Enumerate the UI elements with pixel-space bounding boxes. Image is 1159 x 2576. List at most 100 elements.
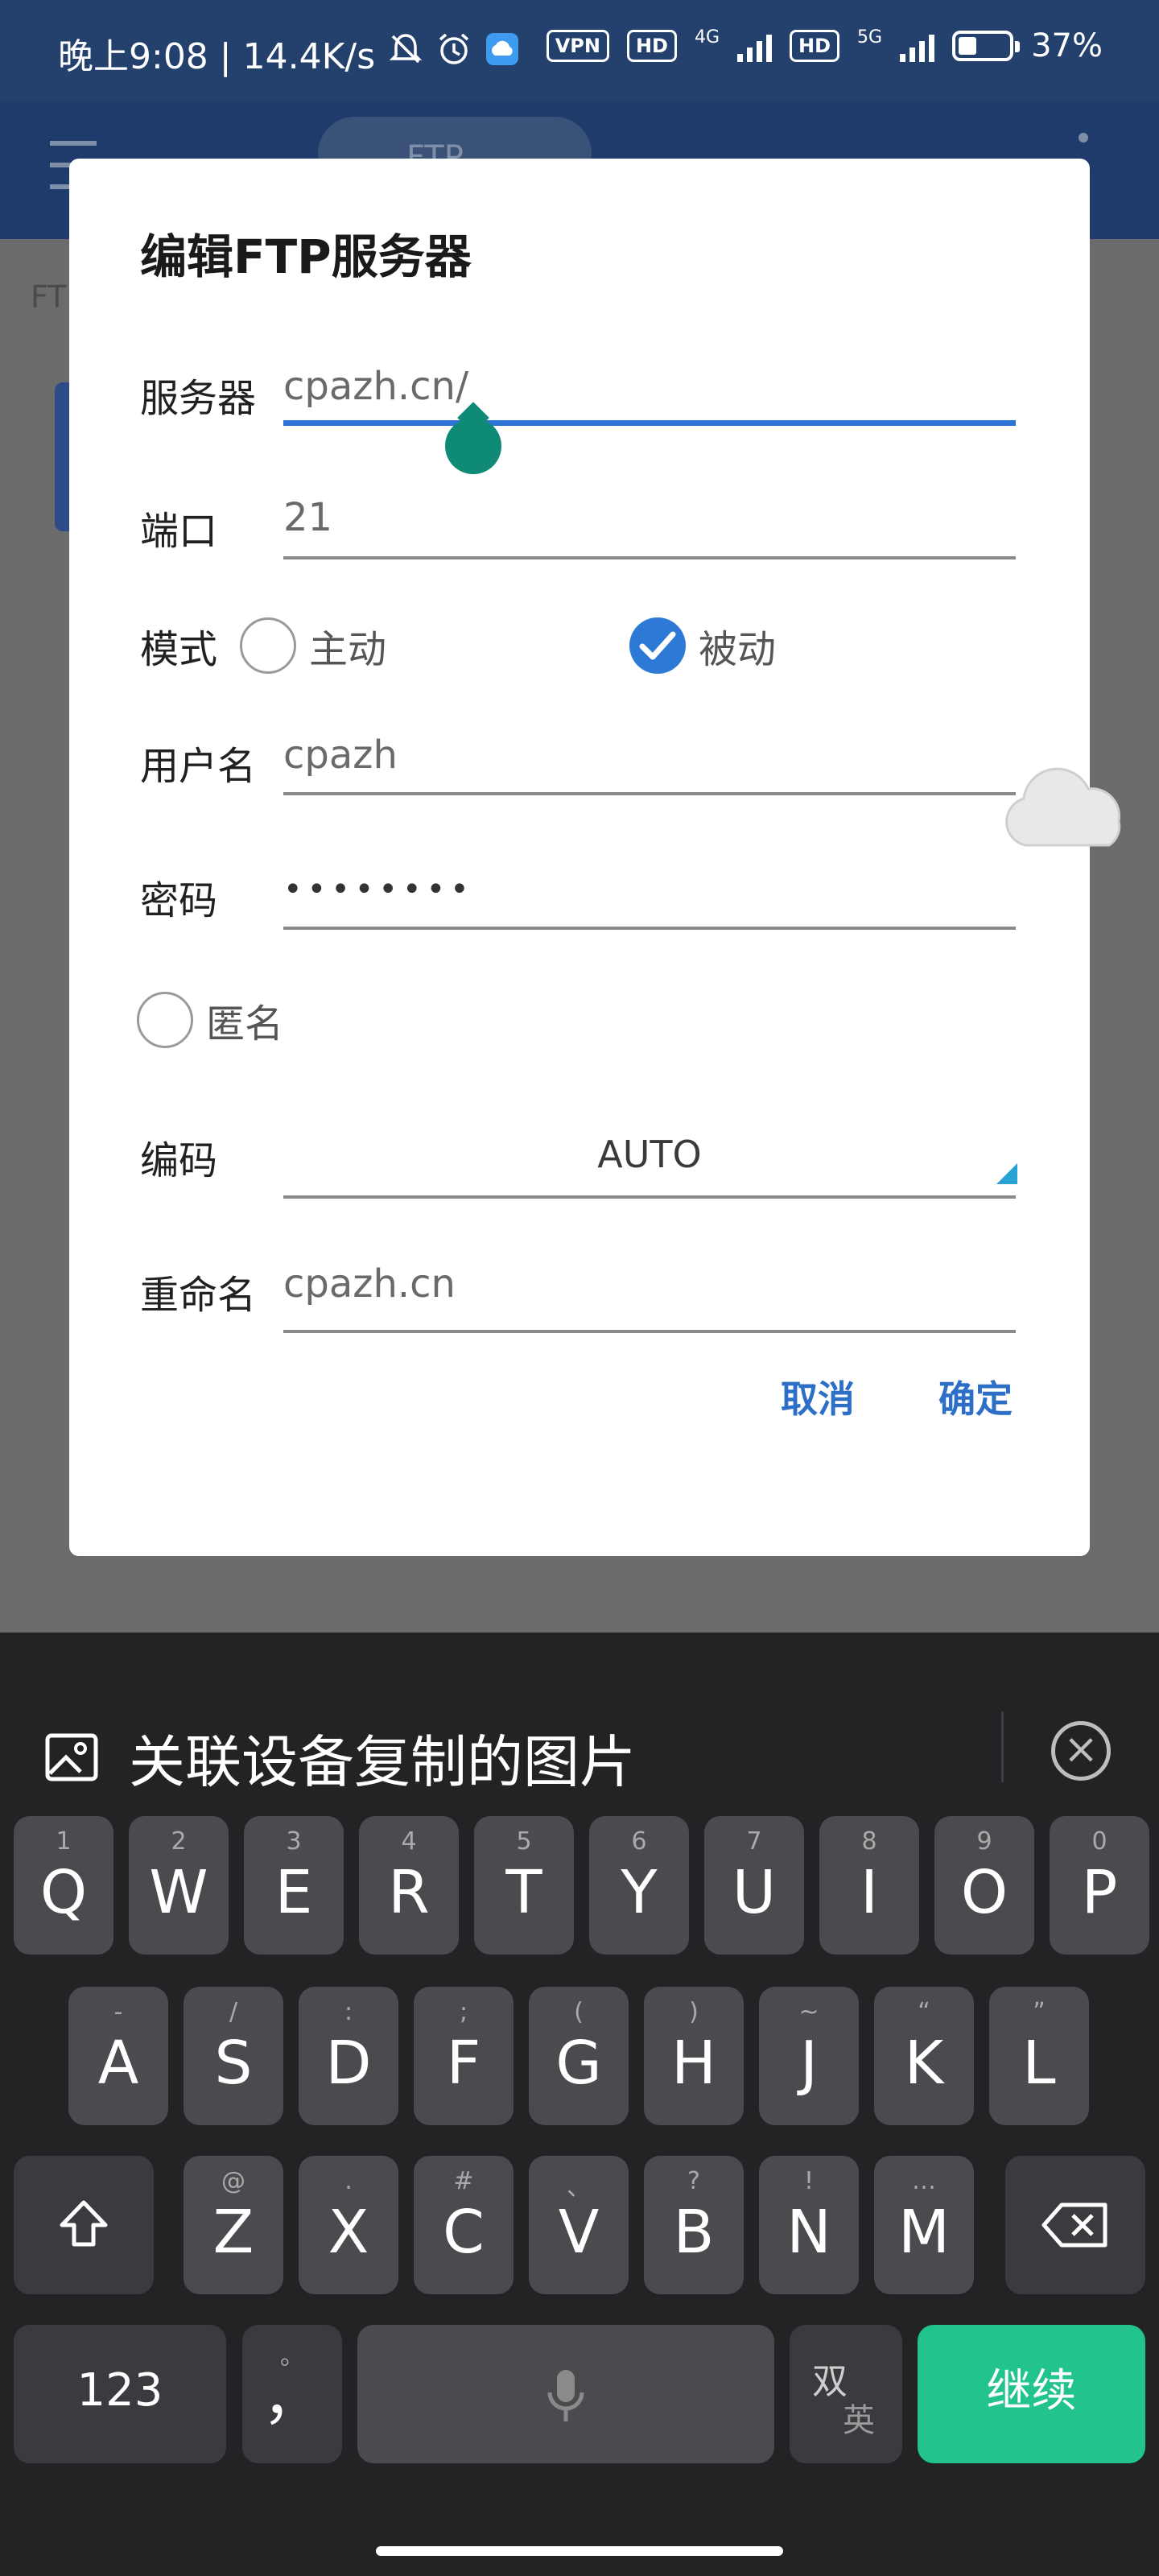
- home-indicator[interactable]: [376, 2546, 783, 2556]
- server-input[interactable]: cpazh.cn/: [283, 364, 468, 409]
- port-input-underline: [283, 556, 1016, 559]
- confirm-button[interactable]: 确定: [938, 1370, 1013, 1423]
- key-w-sub-label: 2: [171, 1827, 187, 1856]
- key-b[interactable]: ? B: [644, 2156, 744, 2294]
- clipboard-suggestion-text[interactable]: 关联设备复制的图片: [129, 1717, 636, 1798]
- password-input[interactable]: ••••••••: [283, 871, 474, 908]
- password-label: 密码: [140, 878, 218, 923]
- backspace-key[interactable]: [1005, 2156, 1145, 2294]
- key-c-label: C: [443, 2198, 485, 2267]
- key-f[interactable]: ; F: [414, 1987, 514, 2125]
- key-n[interactable]: ! N: [759, 2156, 859, 2294]
- encoding-select-underline: [283, 1195, 1016, 1199]
- mode-passive-label[interactable]: 被动: [699, 617, 776, 674]
- key-c-sub-label: #: [453, 2167, 474, 2195]
- key-m[interactable]: … M: [874, 2156, 974, 2294]
- key-q[interactable]: 1Q: [14, 1816, 113, 1955]
- key-t-label: T: [505, 1858, 542, 1927]
- close-icon[interactable]: ×: [1051, 1721, 1111, 1781]
- username-input-underline: [283, 792, 1016, 795]
- floating-cloud-icon[interactable]: [998, 765, 1135, 857]
- rename-input[interactable]: cpazh.cn: [283, 1261, 456, 1307]
- rename-input-underline: [283, 1330, 1016, 1333]
- key-p-sub-label: 0: [1091, 1827, 1107, 1856]
- continue-key-label: 继续: [986, 2365, 1077, 2417]
- microphone-icon: [547, 2370, 584, 2421]
- server-input-underline: [283, 420, 1016, 426]
- hd-badge-1: HD: [626, 30, 677, 62]
- key-d-sub-label: :: [344, 1998, 353, 2026]
- key-h[interactable]: ) H: [644, 1987, 744, 2125]
- shift-icon: [60, 2200, 108, 2247]
- key-d[interactable]: :D: [299, 1987, 398, 2125]
- cancel-button[interactable]: 取消: [781, 1370, 855, 1423]
- dialog-title: 编辑FTP服务器: [140, 229, 472, 284]
- hd-badge-2: HD: [790, 30, 840, 62]
- key-y[interactable]: 6Y: [589, 1816, 689, 1955]
- key-g[interactable]: (G: [529, 1987, 629, 2125]
- key-z[interactable]: @ Z: [184, 2156, 283, 2294]
- status-time: 晚上9:08 | 14.4K/s: [58, 36, 376, 77]
- space-key[interactable]: [357, 2325, 774, 2463]
- anonymous-label[interactable]: 匿名: [206, 992, 283, 1048]
- numbers-key[interactable]: 123: [14, 2325, 226, 2463]
- key-s-label: S: [214, 2029, 253, 2098]
- key-l[interactable]: ” L: [989, 1987, 1089, 2125]
- cloud-app-icon: [485, 31, 520, 76]
- key-e[interactable]: 3E: [244, 1816, 344, 1955]
- key-b-sub-label: ?: [687, 2167, 700, 2195]
- key-h-sub-label: ): [689, 1998, 699, 2026]
- signal-icon-2: [900, 30, 935, 62]
- key-a-label: A: [97, 2029, 139, 2098]
- key-i[interactable]: 8I: [819, 1816, 919, 1955]
- key-a-sub-label: -: [113, 1998, 123, 2026]
- key-w-label: W: [149, 1858, 208, 1927]
- key-o[interactable]: 9O: [934, 1816, 1034, 1955]
- key-a[interactable]: -A: [68, 1987, 168, 2125]
- clipboard-suggestion-bar: 关联设备复制的图片 ×: [0, 1633, 1159, 1795]
- mode-active-label[interactable]: 主动: [309, 617, 386, 674]
- suggestion-divider: [1001, 1711, 1004, 1782]
- key-w[interactable]: 2W: [129, 1816, 229, 1955]
- key-x-sub-label: .: [344, 2167, 353, 2195]
- key-t[interactable]: 5T: [474, 1816, 574, 1955]
- key-j[interactable]: ~ J: [759, 1987, 859, 2125]
- key-x-label: X: [328, 2198, 369, 2267]
- key-e-sub-label: 3: [286, 1827, 302, 1856]
- comma-key[interactable]: 。，: [242, 2325, 342, 2463]
- soft-keyboard: 关联设备复制的图片 × 1 Q 2 W 3 E 4 R 5 T 6 Y 7 U 8 I 9 O 0 P - A / S: D; F…: [0, 1633, 1159, 2576]
- key-j-sub-label: ~: [798, 1998, 819, 2026]
- key-p[interactable]: 0P: [1050, 1816, 1149, 1955]
- key-f-label: F: [446, 2029, 481, 2098]
- vpn-badge: VPN: [546, 30, 609, 62]
- language-key-bottom: 英: [843, 2402, 875, 2439]
- text-cursor-handle[interactable]: [445, 418, 501, 474]
- key-h-label: H: [671, 2029, 716, 2098]
- key-r[interactable]: 4R: [359, 1816, 459, 1955]
- key-k[interactable]: “K: [874, 1987, 974, 2125]
- key-g-sub-label: (: [574, 1998, 584, 2026]
- key-l-sub-label: ”: [1033, 1998, 1046, 2026]
- alarm-icon: [436, 31, 472, 76]
- shift-key[interactable]: [14, 2156, 154, 2294]
- mode-passive-radio[interactable]: [629, 617, 686, 674]
- key-v-label: V: [558, 2198, 600, 2267]
- key-r-label: R: [388, 1858, 430, 1927]
- username-input[interactable]: cpazh: [283, 733, 398, 778]
- key-u[interactable]: 7U: [704, 1816, 804, 1955]
- key-v[interactable]: 、 V: [529, 2156, 629, 2294]
- encoding-select[interactable]: AUTO: [283, 1133, 1016, 1176]
- key-c[interactable]: # C: [414, 2156, 514, 2294]
- port-label: 端口: [140, 509, 218, 554]
- continue-key[interactable]: 继续: [918, 2325, 1145, 2463]
- mode-active-radio[interactable]: [240, 617, 296, 674]
- key-b-label: B: [673, 2198, 715, 2267]
- key-i-label: I: [860, 1858, 878, 1927]
- language-switch-key[interactable]: 双英: [790, 2325, 902, 2463]
- key-s-sub-label: /: [229, 1998, 238, 2026]
- server-label: 服务器: [140, 376, 257, 421]
- key-x[interactable]: .X: [299, 2156, 398, 2294]
- port-input[interactable]: 21: [283, 495, 332, 540]
- key-s[interactable]: / S: [184, 1987, 283, 2125]
- anonymous-checkbox[interactable]: [137, 992, 193, 1048]
